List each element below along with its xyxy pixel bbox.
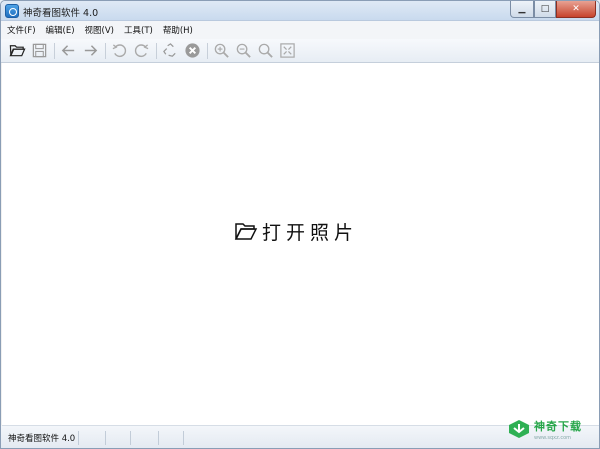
toolbar-separator	[156, 42, 157, 59]
window-controls: ▁ □ ✕	[510, 1, 596, 19]
recycle-icon[interactable]	[160, 41, 180, 61]
zoom-actual-icon[interactable]	[255, 41, 275, 61]
app-logo-icon	[5, 4, 19, 18]
save-icon[interactable]	[29, 41, 49, 61]
image-canvas[interactable]	[2, 63, 599, 426]
menu-tools[interactable]: 工具(T)	[124, 24, 153, 36]
rotate-left-icon[interactable]	[109, 41, 129, 61]
toolbar	[1, 39, 599, 63]
menu-help[interactable]: 帮助(H)	[163, 24, 193, 36]
status-cell	[131, 430, 159, 445]
menu-view[interactable]: 视图(V)	[85, 24, 114, 36]
zoom-in-icon[interactable]	[211, 41, 231, 61]
toolbar-separator	[207, 42, 208, 59]
forward-arrow-icon[interactable]	[80, 41, 100, 61]
delete-icon[interactable]	[182, 41, 202, 61]
menu-edit[interactable]: 编辑(E)	[46, 24, 75, 36]
status-app-version: 神奇看图软件 4.0	[1, 430, 79, 445]
title-bar[interactable]: 神奇看图软件 4.0 ▁ □ ✕	[1, 1, 599, 21]
status-cell	[79, 430, 106, 445]
open-photo-button[interactable]: 打开照片	[234, 218, 358, 244]
zoom-out-icon[interactable]	[233, 41, 253, 61]
rotate-right-icon[interactable]	[131, 41, 151, 61]
status-cell	[106, 430, 131, 445]
watermark-logo-icon	[509, 420, 529, 438]
window-title: 神奇看图软件 4.0	[23, 8, 99, 19]
toolbar-separator	[105, 42, 106, 59]
close-button[interactable]: ✕	[556, 1, 596, 18]
watermark-subtitle: www.sqxz.com	[534, 434, 572, 441]
watermark: 神奇下载 www.sqxz.com	[507, 413, 595, 445]
open-folder-icon	[234, 223, 258, 240]
fit-window-icon[interactable]	[277, 41, 297, 61]
open-folder-icon[interactable]	[7, 41, 27, 61]
watermark-title: 神奇下载	[534, 419, 582, 433]
open-photo-label: 打开照片	[262, 221, 359, 244]
status-cell	[159, 430, 184, 445]
app-window: 神奇看图软件 4.0 ▁ □ ✕ 文件(F) 编辑(E) 视图(V) 工具(T)…	[0, 0, 600, 449]
toolbar-separator	[54, 42, 55, 59]
menu-bar: 文件(F) 编辑(E) 视图(V) 工具(T) 帮助(H)	[1, 21, 599, 39]
maximize-button[interactable]: □	[534, 1, 556, 18]
minimize-button[interactable]: ▁	[510, 1, 534, 18]
back-arrow-icon[interactable]	[58, 41, 78, 61]
menu-file[interactable]: 文件(F)	[7, 24, 36, 36]
